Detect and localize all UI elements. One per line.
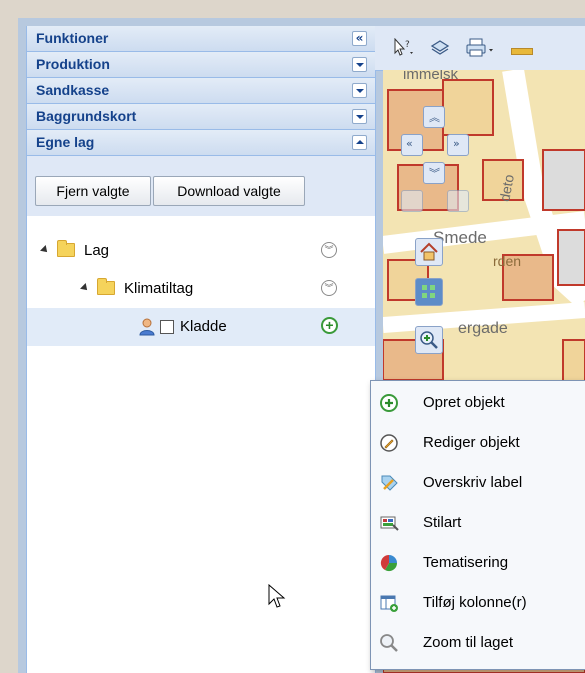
chevron-up-icon: ︽ — [429, 111, 440, 124]
zoom-in-button[interactable] — [415, 326, 443, 354]
help-pointer-icon[interactable]: ? — [393, 38, 415, 58]
section-header-baggrundskort[interactable]: Baggrundskort — [27, 104, 375, 130]
menu-item-opret-objekt[interactable]: Opret objekt — [371, 383, 585, 423]
add-circle-icon — [380, 394, 398, 412]
section-header-sandkasse[interactable]: Sandkasse — [27, 78, 375, 104]
collapse-left-icon[interactable]: « — [352, 31, 367, 46]
menu-item-stilart[interactable]: Stilart — [371, 503, 585, 543]
tree-node-klimatiltag[interactable]: Klimatiltag ︾ — [27, 270, 375, 308]
section-title: Egne lag — [36, 134, 95, 150]
layer-toolbar: Fjern valgte Download valgte — [27, 156, 375, 216]
section-title: Funktioner — [36, 30, 109, 46]
menu-item-label: Opret objekt — [423, 394, 505, 411]
menu-item-label: Rediger objekt — [423, 434, 520, 451]
label-tag-icon — [381, 475, 398, 491]
menu-item-zoom-til-laget[interactable]: Zoom til laget — [371, 623, 585, 663]
remove-selected-button[interactable]: Fjern valgte — [35, 176, 151, 206]
menu-item-label: Stilart — [423, 514, 462, 531]
chevron-left-icon: « — [406, 137, 413, 150]
map-toolbar: ? — [375, 26, 585, 71]
layer-context-menu: Opret objekt Rediger objekt Overskriv la… — [370, 380, 585, 670]
section-header-funktioner[interactable]: Funktioner « — [27, 26, 375, 52]
zoom-extent-button[interactable] — [415, 278, 443, 306]
app-window: Funktioner « Produktion Sandkasse Baggru… — [18, 18, 585, 673]
print-icon[interactable] — [465, 37, 495, 59]
double-chevron-down-icon[interactable]: ︾ — [321, 242, 337, 258]
left-panel: Funktioner « Produktion Sandkasse Baggru… — [26, 26, 376, 673]
menu-item-overskriv-label[interactable]: Overskriv label — [371, 463, 585, 503]
grid-extent-icon — [422, 285, 435, 298]
mouse-pointer-icon — [268, 584, 286, 608]
chevron-right-icon: » — [453, 137, 460, 150]
egne-lag-body: Fjern valgte Download valgte Lag ︾ Klima… — [27, 156, 375, 673]
home-button[interactable] — [415, 238, 443, 266]
add-circle-icon[interactable]: + — [321, 317, 338, 334]
expand-arrow-icon[interactable] — [352, 57, 367, 72]
tree-node-kladde[interactable]: Kladde + — [27, 308, 375, 346]
zoom-minus-small-button[interactable] — [447, 190, 469, 212]
map-street-label: rden — [493, 253, 522, 269]
menu-item-label: Tematisering — [423, 554, 509, 571]
folder-icon — [97, 278, 115, 295]
pan-up-button[interactable]: ︽ — [423, 106, 445, 128]
section-title: Baggrundskort — [36, 108, 137, 124]
expand-arrow-icon[interactable] — [352, 83, 367, 98]
tree-node-lag[interactable]: Lag ︾ — [27, 232, 375, 270]
pan-left-button[interactable]: « — [401, 134, 423, 156]
home-icon — [420, 242, 438, 261]
zoom-in-icon — [420, 331, 438, 349]
expand-arrow-icon[interactable] — [352, 109, 367, 124]
tree-node-label: Lag — [84, 242, 110, 259]
expanded-triangle-icon[interactable] — [80, 283, 90, 293]
zoom-plus-small-button[interactable] — [401, 190, 423, 212]
pan-right-button[interactable]: » — [447, 134, 469, 156]
section-header-produktion[interactable]: Produktion — [27, 52, 375, 78]
double-chevron-down-icon[interactable]: ︾ — [321, 280, 337, 296]
section-title: Sandkasse — [36, 82, 110, 98]
menu-item-rediger-objekt[interactable]: Rediger objekt — [371, 423, 585, 463]
menu-item-label: Tilføj kolonne(r) — [423, 594, 527, 611]
pan-down-button[interactable]: ︾ — [423, 162, 445, 184]
folder-icon — [57, 240, 75, 257]
layers-icon[interactable] — [430, 38, 450, 58]
menu-item-tilfoj-kolonne[interactable]: Tilføj kolonne(r) — [371, 583, 585, 623]
svg-text:?: ? — [405, 40, 410, 50]
chevron-down-icon: ︾ — [429, 167, 440, 180]
layer-checkbox[interactable] — [160, 320, 174, 334]
pie-chart-icon — [380, 554, 398, 572]
add-column-icon — [380, 595, 398, 612]
measure-ruler-icon[interactable] — [511, 48, 533, 55]
tree-node-label: Kladde — [180, 318, 227, 335]
menu-item-label: Overskriv label — [423, 474, 523, 491]
user-icon — [139, 318, 155, 336]
expanded-triangle-icon[interactable] — [40, 245, 50, 255]
section-header-egne-lag[interactable]: Egne lag — [27, 130, 375, 156]
tree-node-label: Klimatiltag — [124, 280, 194, 297]
edit-pencil-icon — [380, 434, 398, 452]
menu-item-tematisering[interactable]: Tematisering — [371, 543, 585, 583]
section-title: Produktion — [36, 56, 110, 72]
map-street-label: ergade — [458, 320, 508, 337]
collapse-arrow-icon[interactable] — [352, 135, 367, 150]
download-selected-button[interactable]: Download valgte — [153, 176, 305, 206]
map-street-label: immelsk — [403, 70, 458, 83]
zoom-magnifier-icon — [380, 634, 398, 652]
style-icon — [380, 516, 399, 531]
menu-item-label: Zoom til laget — [423, 634, 514, 651]
